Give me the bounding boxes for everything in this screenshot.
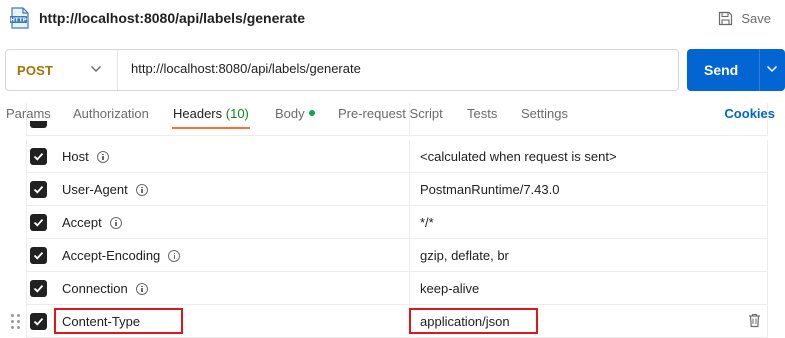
- trash-icon[interactable]: [748, 313, 761, 328]
- save-button[interactable]: Save: [718, 8, 771, 28]
- header-key[interactable]: Host: [62, 149, 109, 164]
- header-key-text: Accept-Encoding: [62, 248, 161, 263]
- checkmark-icon: [33, 152, 44, 161]
- header-value[interactable]: PostmanRuntime/7.43.0: [420, 182, 559, 197]
- content-type-key-highlight: [54, 308, 183, 334]
- header-key[interactable]: Connection: [62, 281, 148, 296]
- svg-text:HTTP: HTTP: [10, 18, 27, 24]
- header-key-text: Accept: [62, 215, 102, 230]
- method-select[interactable]: POST: [6, 50, 118, 90]
- header-checkbox[interactable]: [30, 181, 47, 198]
- checkmark-icon: [33, 251, 44, 260]
- chevron-down-icon: [91, 66, 101, 72]
- header-key-text: Host: [62, 149, 89, 164]
- save-label: Save: [741, 10, 771, 26]
- http-request-icon: HTTP: [10, 7, 29, 29]
- checkmark-icon: [33, 284, 44, 293]
- title-bar: HTTP http://localhost:8080/api/labels/ge…: [0, 0, 785, 36]
- header-value[interactable]: */*: [420, 215, 434, 230]
- send-divider: [759, 49, 760, 91]
- header-checkbox[interactable]: [30, 247, 47, 264]
- header-checkbox-partial[interactable]: [30, 121, 47, 128]
- header-key-text: Connection: [62, 281, 128, 296]
- checkmark-icon: [33, 218, 44, 227]
- url-bar: POST: [5, 49, 679, 91]
- info-icon[interactable]: [168, 249, 181, 262]
- info-icon[interactable]: [135, 183, 148, 196]
- header-key[interactable]: User-Agent: [62, 182, 148, 197]
- send-button[interactable]: Send: [687, 49, 785, 91]
- save-icon: [719, 11, 733, 25]
- table-row: User-Agent PostmanRuntime/7.43.0: [0, 173, 785, 206]
- header-key[interactable]: Accept: [62, 215, 122, 230]
- header-value[interactable]: keep-alive: [420, 281, 479, 296]
- table-row: Accept-Encoding gzip, deflate, br: [0, 239, 785, 272]
- info-icon[interactable]: [109, 216, 122, 229]
- info-icon[interactable]: [96, 150, 109, 163]
- header-key-text: User-Agent: [62, 182, 128, 197]
- send-label: Send: [704, 62, 739, 78]
- info-icon[interactable]: [135, 282, 148, 295]
- method-label: POST: [17, 63, 54, 78]
- header-key[interactable]: Accept-Encoding: [62, 248, 181, 263]
- table-row: Connection keep-alive: [0, 272, 785, 305]
- header-value[interactable]: <calculated when request is sent>: [420, 149, 617, 164]
- header-value[interactable]: gzip, deflate, br: [420, 248, 509, 263]
- content-type-value-highlight: [409, 308, 538, 334]
- checkmark-icon: [33, 185, 44, 194]
- table-row-partial: [0, 103, 785, 136]
- checkmark-icon: [33, 317, 44, 326]
- drag-handle-icon[interactable]: [11, 314, 21, 329]
- send-options-chevron-icon[interactable]: [766, 65, 778, 73]
- table-row: Accept */*: [0, 206, 785, 239]
- header-checkbox[interactable]: [30, 214, 47, 231]
- table-row: Host <calculated when request is sent>: [0, 140, 785, 173]
- headers-table: Host <calculated when request is sent> U…: [0, 103, 785, 338]
- request-title[interactable]: http://localhost:8080/api/labels/generat…: [39, 10, 305, 26]
- header-checkbox[interactable]: [30, 148, 47, 165]
- header-checkbox[interactable]: [30, 280, 47, 297]
- url-input[interactable]: [131, 61, 651, 76]
- header-checkbox[interactable]: [30, 313, 47, 330]
